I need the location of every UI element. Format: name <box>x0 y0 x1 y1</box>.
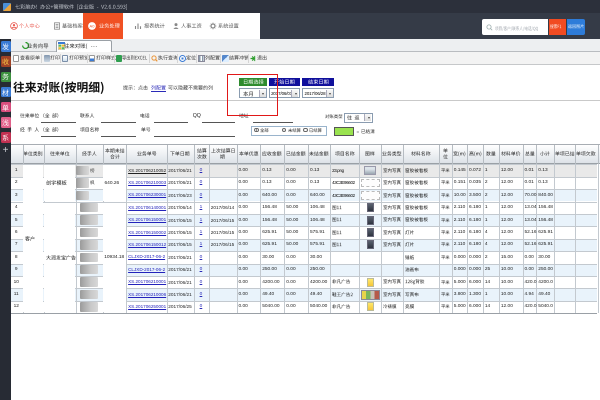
svg-text:A0: A0 <box>90 24 96 29</box>
